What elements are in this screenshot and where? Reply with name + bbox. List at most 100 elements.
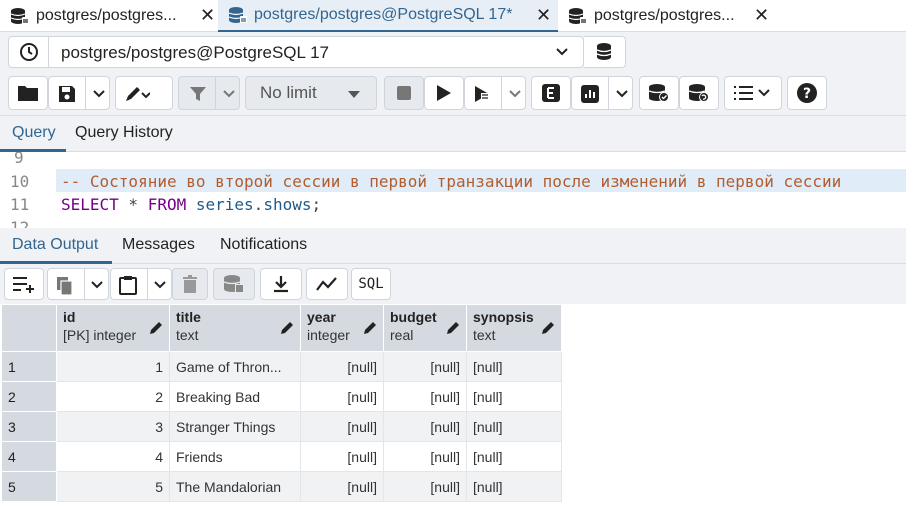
sql-table: shows: [263, 195, 312, 214]
cell-synopsis[interactable]: [null]: [466, 381, 562, 412]
explain-icon: [542, 84, 560, 102]
row-number[interactable]: 1: [1, 351, 57, 382]
tab-messages[interactable]: Messages: [122, 236, 195, 254]
cell-title[interactable]: Breaking Bad: [169, 381, 301, 412]
download-button[interactable]: [260, 268, 302, 300]
row-number[interactable]: 2: [1, 381, 57, 412]
close-icon[interactable]: ✕: [536, 5, 551, 26]
cell-synopsis[interactable]: [null]: [466, 351, 562, 382]
filter-button-group[interactable]: [178, 76, 240, 110]
cell-title[interactable]: Stranger Things: [169, 411, 301, 442]
header-row: id [PK] integer title text year integer …: [1, 304, 562, 352]
pencil-icon[interactable]: [149, 321, 163, 335]
column-header-budget[interactable]: budget real: [383, 304, 467, 352]
cell-year[interactable]: [null]: [300, 441, 384, 472]
column-header-synopsis[interactable]: synopsis text: [466, 304, 562, 352]
row-number[interactable]: 4: [1, 441, 57, 472]
graph-visualiser-button[interactable]: [306, 268, 348, 300]
cell-year[interactable]: [null]: [300, 381, 384, 412]
cell-id[interactable]: 4: [56, 441, 170, 472]
cell-title[interactable]: Game of Thron...: [169, 351, 301, 382]
table-row[interactable]: 3 3 Stranger Things [null] [null] [null]: [1, 411, 562, 442]
rollback-button[interactable]: [679, 76, 719, 110]
tab-query-2-active[interactable]: postgres/postgres@PostgreSQL 17* ✕: [218, 0, 558, 32]
tab-data-output[interactable]: Data Output: [12, 236, 98, 254]
tab-query-3[interactable]: postgres/postgres... ✕: [568, 0, 769, 32]
cell-budget[interactable]: [null]: [383, 381, 467, 412]
commit-button[interactable]: [639, 76, 679, 110]
cell-year[interactable]: [null]: [300, 471, 384, 502]
column-header-title[interactable]: title text: [169, 304, 301, 352]
clock-icon[interactable]: [9, 37, 49, 67]
output-tabs: Data Output Messages Notifications: [0, 228, 906, 264]
chevron-down-icon[interactable]: [153, 279, 167, 291]
chevron-down-icon[interactable]: [615, 88, 629, 100]
tab-notifications[interactable]: Notifications: [220, 236, 307, 254]
paste-button-group[interactable]: [110, 268, 172, 300]
sql-editor[interactable]: 9 10 11 12 -- Состояние во второй сессии…: [0, 152, 906, 228]
sql-button[interactable]: SQL: [351, 268, 391, 300]
limit-label: No limit: [260, 83, 317, 102]
explain-analyze-group[interactable]: [571, 76, 633, 110]
open-file-button[interactable]: [8, 76, 48, 110]
cell-title[interactable]: Friends: [169, 441, 301, 472]
sql-comment: -- Состояние во второй сессии в первой т…: [61, 172, 842, 191]
save-data-button[interactable]: [213, 268, 255, 300]
row-number[interactable]: 3: [1, 411, 57, 442]
explain-button[interactable]: [531, 76, 571, 110]
cell-budget[interactable]: [null]: [383, 471, 467, 502]
pencil-icon[interactable]: [280, 321, 294, 335]
macros-button[interactable]: [724, 76, 782, 110]
cell-budget[interactable]: [null]: [383, 411, 467, 442]
column-header-id[interactable]: id [PK] integer: [56, 304, 170, 352]
table-row[interactable]: 5 5 The Mandalorian [null] [null] [null]: [1, 471, 562, 502]
table-row[interactable]: 4 4 Friends [null] [null] [null]: [1, 441, 562, 472]
pencil-icon[interactable]: [541, 321, 555, 335]
chevron-down-icon[interactable]: [90, 279, 104, 291]
sql-label: SQL: [358, 276, 384, 292]
chevron-down-icon[interactable]: [92, 88, 106, 100]
help-button[interactable]: ?: [787, 76, 827, 110]
cell-id[interactable]: 1: [56, 351, 170, 382]
delete-row-button[interactable]: [172, 268, 208, 300]
close-icon[interactable]: ✕: [754, 5, 769, 26]
cell-id[interactable]: 5: [56, 471, 170, 502]
add-row-button[interactable]: [4, 268, 44, 300]
cell-id[interactable]: 3: [56, 411, 170, 442]
copy-button-group[interactable]: [47, 268, 109, 300]
table-row[interactable]: 1 1 Game of Thron... [null] [null] [null…: [1, 351, 562, 382]
code-line-10: -- Состояние во второй сессии в первой т…: [61, 172, 841, 191]
cell-year[interactable]: [null]: [300, 351, 384, 382]
edit-button-group[interactable]: [115, 76, 173, 110]
cell-synopsis[interactable]: [null]: [466, 411, 562, 442]
close-icon[interactable]: ✕: [200, 5, 215, 26]
save-button-group[interactable]: [48, 76, 110, 110]
row-number[interactable]: 5: [1, 471, 57, 502]
column-header-year[interactable]: year integer: [300, 304, 384, 352]
cell-budget[interactable]: [null]: [383, 441, 467, 472]
execute-button[interactable]: [424, 76, 464, 110]
chevron-down-icon[interactable]: [508, 88, 522, 100]
tab-query[interactable]: Query: [12, 124, 56, 142]
tab-query-history[interactable]: Query History: [75, 124, 173, 142]
cell-title[interactable]: The Mandalorian: [169, 471, 301, 502]
tab-query-1[interactable]: postgres/postgres... ✕: [10, 0, 215, 32]
line-number: 10: [10, 172, 30, 191]
table-row[interactable]: 2 2 Breaking Bad [null] [null] [null]: [1, 381, 562, 412]
limit-select[interactable]: No limit: [245, 76, 377, 110]
chevron-down-icon[interactable]: [222, 88, 236, 100]
editor-tabs: Query Query History: [0, 116, 906, 152]
cell-synopsis[interactable]: [null]: [466, 471, 562, 502]
filter-icon: [190, 87, 206, 101]
execute-options-group[interactable]: [464, 76, 526, 110]
cell-budget[interactable]: [null]: [383, 351, 467, 382]
database-icon: [10, 8, 29, 24]
cell-year[interactable]: [null]: [300, 411, 384, 442]
cell-synopsis[interactable]: [null]: [466, 441, 562, 472]
stop-button[interactable]: [384, 76, 424, 110]
connection-select[interactable]: postgres/postgres@PostgreSQL 17: [8, 36, 584, 68]
cell-id[interactable]: 2: [56, 381, 170, 412]
pencil-icon[interactable]: [446, 321, 460, 335]
new-connection-button[interactable]: [584, 36, 626, 68]
pencil-icon[interactable]: [363, 321, 377, 335]
